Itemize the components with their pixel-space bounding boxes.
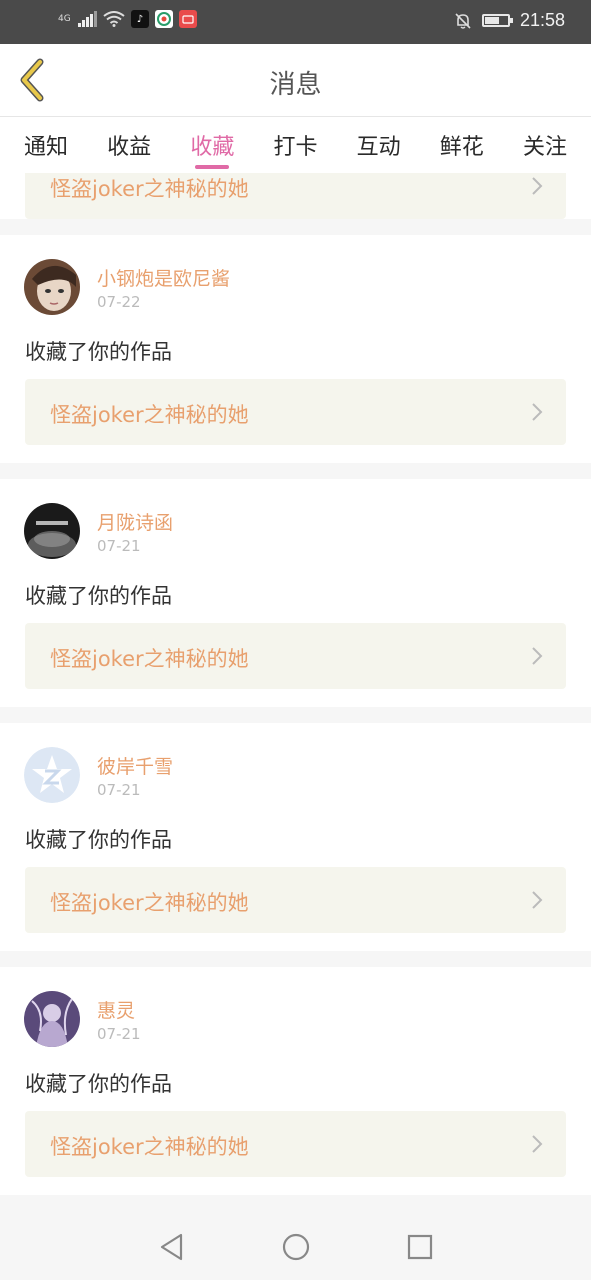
- chevron-right-icon: [532, 647, 543, 665]
- clock: 21:58: [519, 10, 565, 30]
- user-name[interactable]: 月陇诗函: [97, 508, 173, 535]
- tab-checkin[interactable]: 打卡: [273, 117, 317, 173]
- system-nav-bar: [0, 1213, 591, 1280]
- work-link[interactable]: 怪盗joker之神秘的她: [25, 173, 566, 219]
- avatar[interactable]: [24, 991, 80, 1047]
- status-left: 4G ♪: [58, 10, 197, 28]
- battery-icon: [481, 14, 513, 27]
- top-app-bar: 消息: [0, 44, 591, 117]
- signal-icon: [78, 11, 97, 27]
- work-link[interactable]: 怪盗joker之神秘的她: [25, 1111, 566, 1177]
- work-title: 怪盗joker之神秘的她: [50, 403, 249, 427]
- user-name[interactable]: 惠灵: [97, 996, 135, 1023]
- work-link[interactable]: 怪盗joker之神秘的她: [25, 379, 566, 445]
- avatar[interactable]: [24, 503, 80, 559]
- action-text: 收藏了你的作品: [25, 584, 172, 608]
- tiktok-icon: ♪: [131, 10, 149, 28]
- chevron-right-icon: [532, 1135, 543, 1153]
- chevron-right-icon: [532, 891, 543, 909]
- chevron-right-icon: [532, 177, 543, 195]
- list-item: 惠灵 07-21 收藏了你的作品 怪盗joker之神秘的她: [0, 967, 591, 1195]
- tab-notifications[interactable]: 通知: [24, 117, 68, 173]
- chevron-right-icon: [532, 403, 543, 421]
- user-name[interactable]: 彼岸千雪: [97, 752, 173, 779]
- tab-follows[interactable]: 关注: [523, 117, 567, 173]
- work-title: 怪盗joker之神秘的她: [50, 647, 249, 671]
- divider: [0, 951, 591, 967]
- work-title: 怪盗joker之神秘的她: [50, 1135, 249, 1159]
- list-item: 小钢炮是欧尼酱 07-22 收藏了你的作品 怪盗joker之神秘的她: [0, 235, 591, 463]
- date: 07-21: [97, 781, 141, 799]
- date: 07-21: [97, 1025, 141, 1043]
- status-right: 21:58: [454, 10, 565, 31]
- bell-off-icon: [455, 12, 471, 29]
- action-text: 收藏了你的作品: [25, 1072, 172, 1096]
- avatar[interactable]: [24, 747, 80, 803]
- wifi-icon: [103, 11, 125, 27]
- list-item: 月陇诗函 07-21 收藏了你的作品 怪盗joker之神秘的她: [0, 479, 591, 707]
- nav-home-button[interactable]: [279, 1230, 313, 1264]
- avatar[interactable]: [24, 259, 80, 315]
- recent-square-icon: [407, 1234, 432, 1259]
- list-item: 怪盗joker之神秘的她: [0, 173, 591, 219]
- work-title: 怪盗joker之神秘的她: [50, 177, 249, 201]
- action-text: 收藏了你的作品: [25, 340, 172, 364]
- tab-interactions[interactable]: 互动: [357, 117, 401, 173]
- favorites-list: 怪盗joker之神秘的她 小钢炮是欧尼酱 07-22 收藏了你的作品 怪盗jok…: [0, 173, 591, 1213]
- divider: [0, 463, 591, 479]
- divider: [0, 219, 591, 235]
- page-title: 消息: [269, 70, 322, 100]
- network-type: 4G: [58, 13, 71, 24]
- work-title: 怪盗joker之神秘的她: [50, 891, 249, 915]
- work-link[interactable]: 怪盗joker之神秘的她: [25, 867, 566, 933]
- nav-back-button[interactable]: [155, 1230, 189, 1264]
- home-circle-icon: [282, 1233, 309, 1260]
- date: 07-22: [97, 293, 141, 311]
- tab-flowers[interactable]: 鲜花: [440, 117, 484, 173]
- back-triangle-icon: [160, 1233, 182, 1260]
- red-app-icon: [179, 10, 197, 28]
- divider: [0, 707, 591, 723]
- status-bar: 4G ♪ 21:58: [0, 0, 591, 44]
- browser-app-icon: [155, 10, 173, 28]
- action-text: 收藏了你的作品: [25, 828, 172, 852]
- user-name[interactable]: 小钢炮是欧尼酱: [97, 264, 230, 291]
- nav-recents-button[interactable]: [403, 1230, 437, 1264]
- list-item: 彼岸千雪 07-21 收藏了你的作品 怪盗joker之神秘的她: [0, 723, 591, 951]
- tab-favorites[interactable]: 收藏: [190, 117, 234, 173]
- date: 07-21: [97, 537, 141, 555]
- tab-earnings[interactable]: 收益: [107, 117, 151, 173]
- tab-bar: 通知 收益 收藏 打卡 互动 鲜花 关注: [0, 117, 591, 173]
- work-link[interactable]: 怪盗joker之神秘的她: [25, 623, 566, 689]
- divider: [0, 1195, 591, 1211]
